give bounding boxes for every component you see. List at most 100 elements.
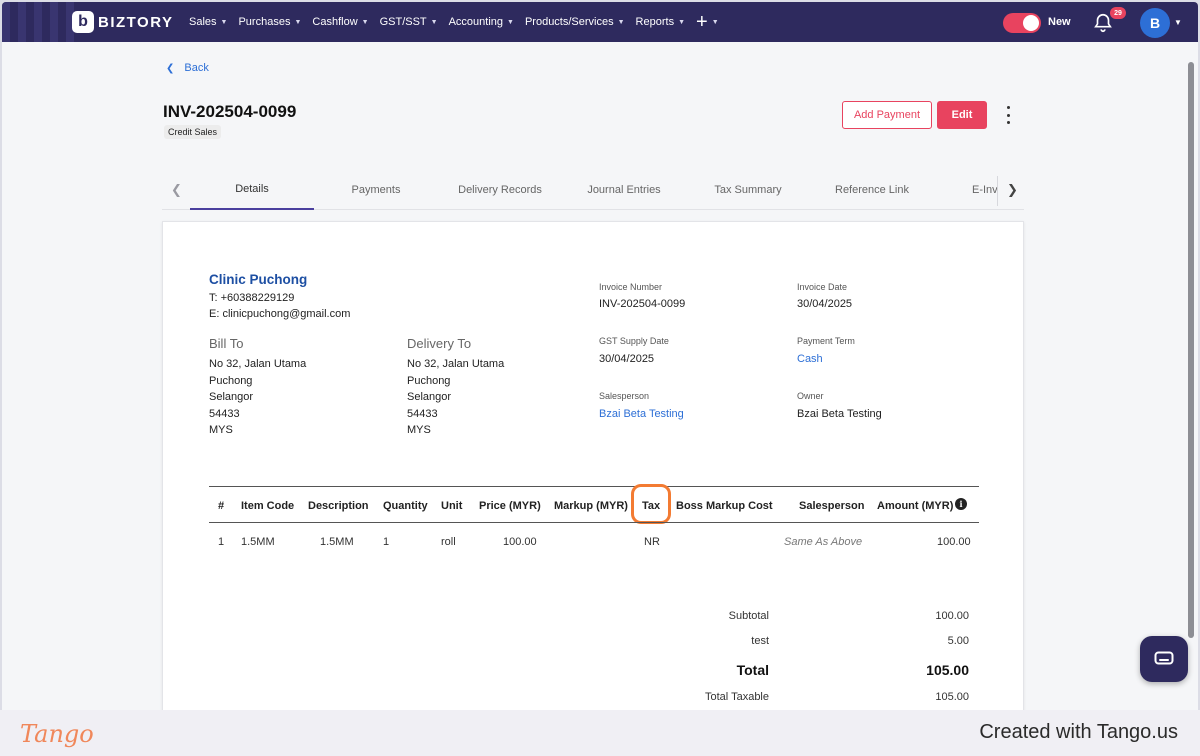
delivery-to-line: No 32, Jalan Utama <box>407 358 505 370</box>
tab-journal-entries[interactable]: Journal Entries <box>562 170 686 210</box>
info-icon[interactable]: i <box>955 498 967 510</box>
tab-divider <box>997 176 998 206</box>
nav-cashflow-label: Cashflow <box>312 16 358 28</box>
nav-gst-sst[interactable]: GST/SST ▼ <box>380 16 438 28</box>
tab-list: Details Payments Delivery Records Journa… <box>190 170 998 210</box>
col-header-quantity: Quantity <box>383 500 428 512</box>
gst-supply-date-label: GST Supply Date <box>599 336 669 346</box>
notification-badge: 29 <box>1110 7 1126 19</box>
company-phone: T: +60388229129 <box>209 292 295 304</box>
nav-products-services[interactable]: Products/Services ▼ <box>525 16 625 28</box>
bill-to-heading: Bill To <box>209 336 244 351</box>
tax-column-highlight <box>631 484 671 524</box>
caret-down-icon: ▼ <box>711 18 719 26</box>
payment-term-label: Payment Term <box>797 336 855 346</box>
col-header-price: Price (MYR) <box>479 500 541 512</box>
bill-to-line: MYS <box>209 424 233 436</box>
salesperson-link[interactable]: Bzai Beta Testing <box>599 408 684 420</box>
nav-cashflow[interactable]: Cashflow ▼ <box>312 16 368 28</box>
page-scrollbar[interactable] <box>1186 58 1196 638</box>
delivery-to-line: MYS <box>407 424 431 436</box>
col-header-description: Description <box>308 500 369 512</box>
invoice-date-value: 30/04/2025 <box>797 298 853 310</box>
nav-sales-label: Sales <box>189 16 217 28</box>
avatar[interactable]: B <box>1140 8 1170 38</box>
back-link[interactable]: ❮ Back <box>166 62 209 74</box>
chevron-left-icon: ❮ <box>166 62 175 74</box>
chat-button[interactable] <box>1140 636 1188 682</box>
back-label: Back <box>184 62 209 74</box>
gst-supply-date-value: 30/04/2025 <box>599 353 655 365</box>
total-label: Total <box>736 662 769 678</box>
nav-reports[interactable]: Reports ▼ <box>636 16 685 28</box>
chevron-down-icon[interactable]: ▼ <box>1174 18 1182 27</box>
tab-delivery-records[interactable]: Delivery Records <box>438 170 562 210</box>
test-label: test <box>751 635 769 647</box>
caret-down-icon: ▼ <box>430 18 438 26</box>
tab-bar: ❮ Details Payments Delivery Records Jour… <box>162 170 1024 210</box>
payment-term-link[interactable]: Cash <box>797 353 823 365</box>
cell-amount: 100.00 <box>937 536 971 548</box>
cell-item-code-link[interactable]: 1.5MM <box>241 536 275 548</box>
nav-accounting[interactable]: Accounting ▼ <box>449 16 514 28</box>
nav-purchases[interactable]: Purchases ▼ <box>238 16 301 28</box>
edit-button[interactable]: Edit <box>937 101 987 129</box>
tab-tax-summary[interactable]: Tax Summary <box>686 170 810 210</box>
salesperson-label: Salesperson <box>599 391 650 401</box>
caret-down-icon: ▼ <box>678 18 686 26</box>
top-navbar: b BIZTORY Sales ▼ Purchases ▼ Cashflow ▼ GS… <box>2 2 1198 42</box>
cell-no: 1 <box>218 536 225 548</box>
brand-logo[interactable]: b BIZTORY <box>72 11 174 33</box>
bill-to-line: Selangor <box>209 391 254 403</box>
invoice-number-label: Invoice Number <box>599 282 663 292</box>
page-title: INV-202504-0099 <box>163 102 297 121</box>
col-header-amount: Amount (MYR) <box>877 500 954 512</box>
tango-credit: Created with Tango.us <box>979 721 1178 743</box>
caret-down-icon: ▼ <box>361 18 369 26</box>
col-header-boss-markup-cost: Boss Markup Cost <box>676 500 773 512</box>
col-header-salesperson: Salesperson <box>799 500 865 512</box>
tab-reference-link[interactable]: Reference Link <box>810 170 934 210</box>
company-email: E: clinicpuchong@gmail.com <box>209 308 351 320</box>
new-ui-label: New <box>1048 16 1071 28</box>
delivery-to-heading: Delivery To <box>407 336 472 351</box>
cell-price: 100.00 <box>503 536 537 548</box>
add-payment-button[interactable]: Add Payment <box>842 101 932 129</box>
delivery-to-line: Puchong <box>407 375 451 387</box>
tab-e-invoice[interactable]: E-Invoice <box>934 170 998 210</box>
plus-icon: + <box>696 11 708 33</box>
invoice-card: Clinic Puchong T: +60388229129 E: clinic… <box>162 221 1024 710</box>
chevron-left-icon[interactable]: ❮ <box>171 182 182 198</box>
tab-details[interactable]: Details <box>190 170 314 210</box>
col-header-unit: Unit <box>441 500 463 512</box>
invoice-date-label: Invoice Date <box>797 282 848 292</box>
owner-label: Owner <box>797 391 824 401</box>
tango-logo: Tango <box>20 720 94 748</box>
bill-to-line: 54433 <box>209 408 240 420</box>
table-top-rule <box>209 486 979 487</box>
chevron-right-icon[interactable]: ❯ <box>1007 182 1018 198</box>
scrollbar-thumb[interactable] <box>1188 62 1194 638</box>
tab-payments[interactable]: Payments <box>314 170 438 210</box>
more-options-icon[interactable] <box>1002 106 1014 124</box>
col-header-item-code: Item Code <box>241 500 295 512</box>
invoice-number-value: INV-202504-0099 <box>599 298 686 310</box>
nav-reports-label: Reports <box>635 16 675 28</box>
subtotal-value: 100.00 <box>935 610 969 622</box>
cell-quantity: 1 <box>383 536 390 548</box>
nav-sales[interactable]: Sales ▼ <box>189 16 227 28</box>
chat-icon <box>1154 651 1174 665</box>
col-header-no: # <box>218 500 225 512</box>
total-taxable-label: Total Taxable <box>704 691 769 703</box>
nav-quick-add[interactable]: + ▼ <box>696 12 719 32</box>
app-window: b BIZTORY Sales ▼ Purchases ▼ Cashflow ▼ GS… <box>2 2 1198 710</box>
delivery-to-line: Selangor <box>407 391 452 403</box>
cell-description: 1.5MM <box>320 536 354 548</box>
nav-products-services-label: Products/Services <box>524 16 614 28</box>
subtotal-label: Subtotal <box>728 610 769 622</box>
test-value: 5.00 <box>947 635 969 647</box>
bill-to-line: No 32, Jalan Utama <box>209 358 307 370</box>
cell-salesperson: Same As Above <box>784 536 863 548</box>
table-header-rule <box>209 522 979 523</box>
new-ui-toggle[interactable] <box>1003 13 1041 33</box>
